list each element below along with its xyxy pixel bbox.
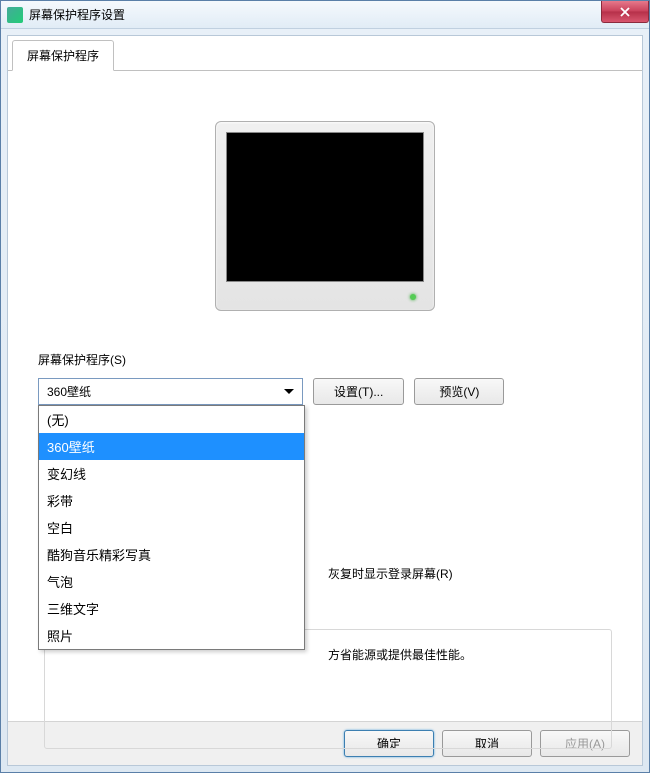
window-title: 屏幕保护程序设置: [29, 6, 125, 23]
app-icon: [7, 7, 23, 23]
dropdown-option-none[interactable]: (无): [39, 406, 304, 433]
content-area: 屏幕保护程序 屏幕保护程序(S) 360壁纸 (无) 360壁纸 变幻线: [7, 35, 643, 766]
dropdown-option-bubbles[interactable]: 气泡: [39, 568, 304, 595]
dropdown-option-3dtext[interactable]: 三维文字: [39, 595, 304, 622]
monitor-frame: [215, 121, 435, 311]
dropdown-option-ribbons[interactable]: 彩带: [39, 487, 304, 514]
settings-window: 屏幕保护程序设置 屏幕保护程序 屏幕保护程序(S) 360壁纸: [0, 0, 650, 773]
monitor-preview: [38, 121, 612, 311]
monitor-led-icon: [410, 294, 416, 300]
power-text-partial: 方省能源或提供最佳性能。: [328, 646, 472, 663]
tab-body: 屏幕保护程序(S) 360壁纸 (无) 360壁纸 变幻线 彩带 空白 酷狗音乐…: [8, 71, 642, 721]
chevron-down-icon: [284, 389, 294, 394]
dropdown-option-photos[interactable]: 照片: [39, 622, 304, 649]
dropdown-option-mystify[interactable]: 变幻线: [39, 460, 304, 487]
close-button[interactable]: [601, 1, 649, 23]
settings-button[interactable]: 设置(T)...: [313, 378, 404, 405]
monitor-screen: [226, 132, 424, 282]
dropdown-option-360[interactable]: 360壁纸: [39, 433, 304, 460]
dropdown-option-blank[interactable]: 空白: [39, 514, 304, 541]
dropdown-selected-text: 360壁纸: [47, 383, 91, 400]
tab-header: 屏幕保护程序: [8, 36, 642, 71]
screensaver-dropdown[interactable]: 360壁纸 (无) 360壁纸 变幻线 彩带 空白 酷狗音乐精彩写真 气泡 三维…: [38, 378, 303, 405]
screensaver-label: 屏幕保护程序(S): [38, 351, 612, 368]
titlebar[interactable]: 屏幕保护程序设置: [1, 1, 649, 29]
close-icon: [620, 7, 630, 17]
resume-checkbox-label: 灰复时显示登录屏幕(R): [328, 567, 453, 581]
preview-button[interactable]: 预览(V): [414, 378, 504, 405]
dropdown-list: (无) 360壁纸 变幻线 彩带 空白 酷狗音乐精彩写真 气泡 三维文字 照片: [38, 405, 305, 650]
tab-screensaver[interactable]: 屏幕保护程序: [12, 40, 114, 71]
dropdown-option-kugou[interactable]: 酷狗音乐精彩写真: [39, 541, 304, 568]
screensaver-controls: 360壁纸 (无) 360壁纸 变幻线 彩带 空白 酷狗音乐精彩写真 气泡 三维…: [38, 378, 612, 405]
resume-text-partial: 灰复时显示登录屏幕(R): [328, 565, 453, 582]
